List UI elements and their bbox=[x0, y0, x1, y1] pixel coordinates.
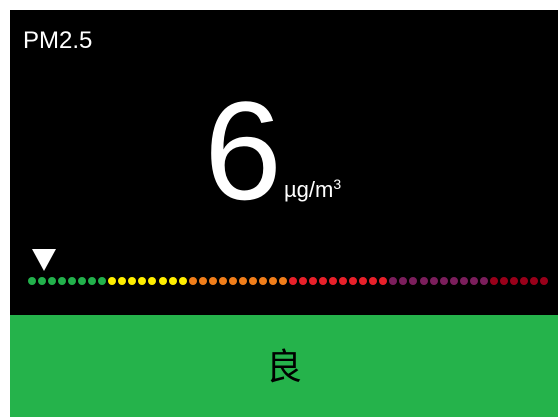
scale-dot bbox=[479, 277, 488, 285]
scale-dot bbox=[138, 277, 147, 285]
level-scale bbox=[28, 277, 548, 285]
scale-dot bbox=[228, 277, 237, 285]
scale-dot bbox=[449, 277, 458, 285]
scale-dot bbox=[379, 277, 388, 285]
scale-dot bbox=[108, 277, 117, 285]
unit-base: µg/m bbox=[284, 177, 334, 202]
unit-exponent: 3 bbox=[333, 176, 342, 192]
scale-dot bbox=[349, 277, 358, 285]
scale-dot bbox=[419, 277, 428, 285]
scale-dot bbox=[389, 277, 398, 285]
status-label: 良 bbox=[265, 347, 302, 388]
level-pointer-icon bbox=[32, 249, 57, 271]
scale-dot bbox=[208, 277, 217, 285]
scale-dot bbox=[399, 277, 408, 285]
scale-dot bbox=[319, 277, 328, 285]
scale-dot bbox=[459, 277, 468, 285]
scale-dot bbox=[68, 277, 77, 285]
reading-value: 6 bbox=[204, 72, 282, 229]
scale-dot bbox=[118, 277, 127, 285]
scale-dot bbox=[489, 277, 498, 285]
scale-dot bbox=[58, 277, 67, 285]
scale-dot bbox=[439, 277, 448, 285]
scale-dot bbox=[258, 277, 267, 285]
scale-dot bbox=[509, 277, 518, 285]
scale-dot bbox=[128, 277, 137, 285]
scale-dot bbox=[48, 277, 57, 285]
scale-dot bbox=[238, 277, 247, 285]
scale-dot bbox=[38, 277, 47, 285]
scale-dot bbox=[78, 277, 87, 285]
scale-dot bbox=[529, 277, 538, 285]
scale-dot bbox=[339, 277, 348, 285]
scale-dot bbox=[158, 277, 167, 285]
scale-dot bbox=[359, 277, 368, 285]
scale-dot bbox=[519, 277, 528, 285]
reading-unit: µg/m3 bbox=[284, 176, 341, 204]
scale-dot bbox=[28, 277, 36, 285]
scale-dot bbox=[499, 277, 508, 285]
scale-dot bbox=[148, 277, 157, 285]
scale-dot bbox=[429, 277, 438, 285]
scale-dot bbox=[98, 277, 107, 285]
pollutant-label: PM2.5 bbox=[23, 27, 93, 54]
scale-dot bbox=[218, 277, 227, 285]
reading-panel: 6 µg/m3 bbox=[10, 76, 558, 226]
scale-dot bbox=[309, 277, 318, 285]
scale-dot bbox=[168, 277, 177, 285]
scale-dot bbox=[299, 277, 308, 285]
scale-dot bbox=[268, 277, 277, 285]
scale-dot bbox=[289, 277, 298, 285]
scale-dot bbox=[278, 277, 287, 285]
scale-dot bbox=[178, 277, 187, 285]
scale-dot bbox=[198, 277, 207, 285]
scale-dot bbox=[88, 277, 97, 285]
status-banner: 良 bbox=[10, 315, 558, 417]
scale-dot bbox=[469, 277, 478, 285]
scale-dot bbox=[409, 277, 418, 285]
scale-dot bbox=[329, 277, 338, 285]
scale-dot bbox=[540, 277, 548, 285]
aqi-display: PM2.5 6 µg/m3 良 bbox=[10, 10, 558, 417]
scale-dot bbox=[369, 277, 378, 285]
scale-dot bbox=[188, 277, 197, 285]
scale-dot bbox=[248, 277, 257, 285]
